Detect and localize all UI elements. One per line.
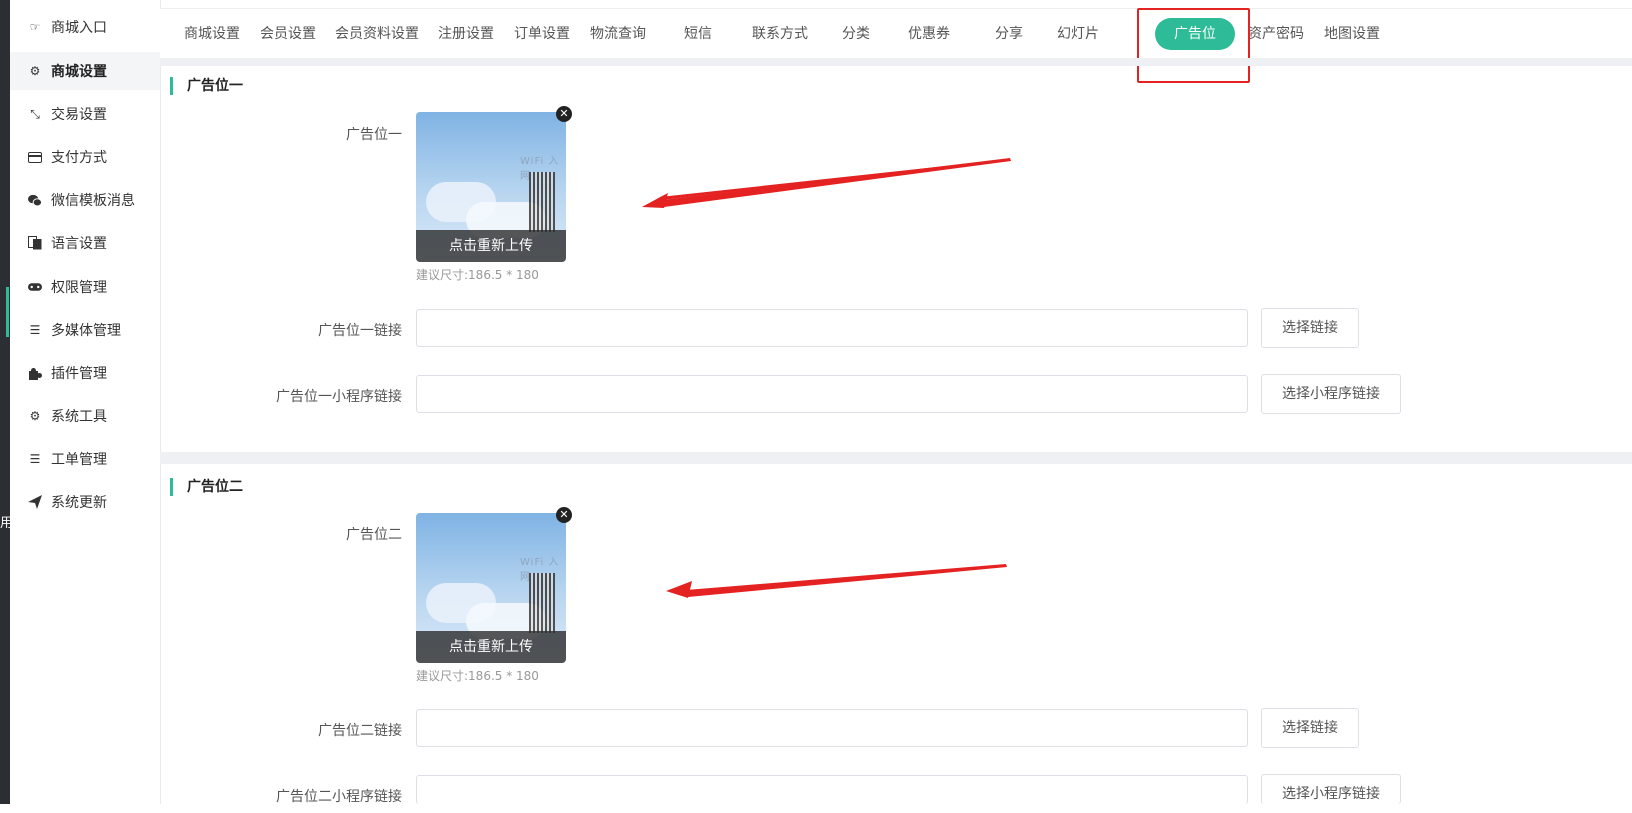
paper-plane-icon [28,495,42,509]
wechat-icon [28,193,42,207]
qr-code-graphic [529,172,555,232]
link-input[interactable] [416,709,1248,747]
sidebar-item-label: 语言设置 [51,236,107,252]
language-icon [28,236,42,250]
section-title: 广告位一 [170,77,243,95]
section-divider [160,58,1632,66]
sidebar-item-mall-settings[interactable]: ⚙ 商城设置 [10,52,160,90]
annotation-arrow [642,159,1010,207]
tab-map-settings[interactable]: 地图设置 [1320,15,1384,53]
sidebar-item-trade-settings[interactable]: ⤡ 交易设置 [10,95,160,133]
field-label: 广告位一 [346,127,402,143]
select-link-button[interactable]: 选择链接 [1261,708,1359,748]
select-link-button[interactable]: 选择链接 [1261,308,1359,348]
tab-order-settings[interactable]: 订单设置 [512,15,572,53]
select-mini-program-link-button[interactable]: 选择小程序链接 [1261,374,1401,414]
section-divider [160,452,1632,464]
sidebar-item-label: 系统工具 [51,409,107,425]
tab-ad-slots[interactable]: 广告位 [1155,18,1235,50]
sidebar-item-system-tools[interactable]: ⚙ 系统工具 [10,397,160,435]
tab-sms[interactable]: 短信 [672,15,724,53]
size-hint: 建议尺寸:186.5 * 180 [416,669,539,683]
field-label: 广告位二链接 [318,723,402,739]
gamepad-icon [28,280,42,294]
mini-program-link-input[interactable] [416,375,1248,413]
tab-category[interactable]: 分类 [830,15,882,53]
edge-text: 用 [0,516,14,531]
list-icon: ☰ [29,323,41,337]
sidebar-item-payment[interactable]: 支付方式 [10,138,160,176]
sidebar-item-label: 权限管理 [51,280,107,296]
tab-coupons[interactable]: 优惠券 [898,15,960,53]
tab-logistics[interactable]: 物流查询 [588,15,648,53]
tab-member-settings[interactable]: 会员设置 [258,15,318,53]
sidebar-item-permissions[interactable]: 权限管理 [10,268,160,306]
mini-program-link-input[interactable] [416,775,1248,804]
puzzle-icon [28,366,42,380]
sidebar-item-label: 商城入口 [51,20,107,36]
sidebar-item-label: 微信模板消息 [51,193,135,209]
sidebar-item-label: 插件管理 [51,366,107,382]
sidebar-item-label: 工单管理 [51,452,107,468]
tab-asset-password[interactable]: 资产密码 [1242,15,1310,53]
sidebar-item-mall-entry[interactable]: ☞ 商城入口 [10,8,160,46]
sidebar-item-label: 商城设置 [51,64,107,80]
sidebar-item-label: 交易设置 [51,107,107,123]
left-edge-panel: 用 [0,0,14,804]
reupload-button[interactable]: 点击重新上传 [416,230,566,262]
sidebar-item-label: 多媒体管理 [51,323,121,339]
tab-mall-settings[interactable]: 商城设置 [182,15,242,53]
image-uploader[interactable]: WiFi 入网 点击重新上传 [416,513,566,663]
tab-registration[interactable]: 注册设置 [436,15,496,53]
sidebar-item-label: 系统更新 [51,495,107,511]
reupload-button[interactable]: 点击重新上传 [416,631,566,663]
link-input[interactable] [416,309,1248,347]
annotation-arrow [642,193,668,208]
field-label: 广告位一链接 [318,323,402,339]
sidebar-item-label: 支付方式 [51,150,107,166]
tab-contact[interactable]: 联系方式 [742,15,818,53]
select-mini-program-link-button[interactable]: 选择小程序链接 [1261,774,1401,804]
close-icon[interactable]: ✕ [556,106,572,122]
credit-card-icon [28,150,42,164]
annotation-arrow [666,581,692,598]
settings-tab-bar: 商城设置 会员设置 会员资料设置 注册设置 订单设置 物流查询 短信 联系方式 … [160,8,1632,59]
sidebar-item-language[interactable]: 语言设置 [10,224,160,262]
annotation-arrow [686,564,1007,597]
tab-slideshow[interactable]: 幻灯片 [1047,15,1109,53]
sidebar: ☞ 商城入口 ⚙ 商城设置 ⤡ 交易设置 支付方式 微信模板消息 语言设置 权限… [10,0,161,804]
sidebar-item-plugins[interactable]: 插件管理 [10,354,160,392]
sidebar-item-wechat-template[interactable]: 微信模板消息 [10,181,160,219]
section-title: 广告位二 [170,478,243,496]
image-uploader[interactable]: WiFi 入网 点击重新上传 [416,112,566,262]
annotation-arrow [662,158,1011,207]
size-hint: 建议尺寸:186.5 * 180 [416,268,539,282]
field-label: 广告位二 [346,527,402,543]
close-icon[interactable]: ✕ [556,507,572,523]
field-label: 广告位二小程序链接 [276,789,402,805]
list-icon: ☰ [29,452,41,466]
gear-icon: ⚙ [29,64,41,78]
hand-pointer-icon: ☞ [29,20,41,34]
sidebar-item-media[interactable]: ☰ 多媒体管理 [10,311,160,349]
active-indicator [6,287,9,337]
tab-share[interactable]: 分享 [983,15,1035,53]
sidebar-item-system-update[interactable]: 系统更新 [10,483,160,521]
tab-member-profile[interactable]: 会员资料设置 [334,15,420,53]
sidebar-item-tickets[interactable]: ☰ 工单管理 [10,440,160,478]
gear-icon: ⚙ [29,409,41,423]
compress-arrows-icon: ⤡ [30,106,40,121]
qr-code-graphic [529,573,555,633]
field-label: 广告位一小程序链接 [276,389,402,405]
